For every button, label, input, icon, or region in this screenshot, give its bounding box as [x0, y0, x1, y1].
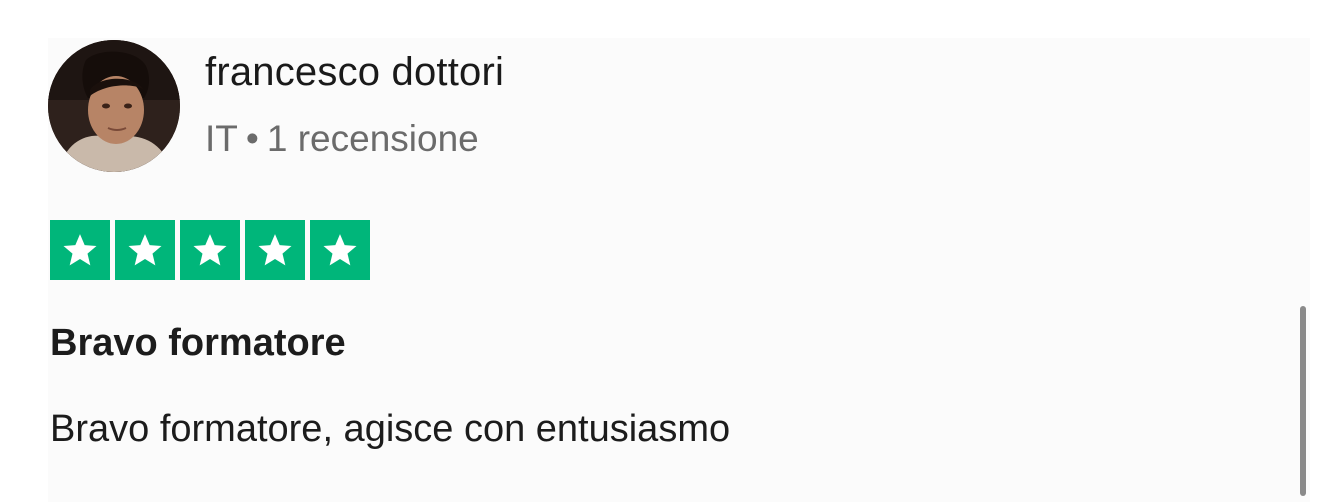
review-title: Bravo formatore: [50, 322, 346, 364]
star-box: [115, 220, 175, 280]
star-icon: [63, 234, 97, 266]
scrollbar-thumb[interactable]: [1300, 306, 1306, 496]
star-icon: [128, 234, 162, 266]
meta-separator: •: [245, 118, 259, 159]
star-box: [245, 220, 305, 280]
reviewer-meta: IT • 1 recensione: [205, 118, 479, 160]
review-text: Bravo formatore, agisce con entusiasmo: [50, 408, 731, 450]
reviewer-avatar[interactable]: [48, 40, 180, 172]
reviewer-name[interactable]: francesco dottori: [205, 50, 504, 95]
star-rating: [50, 220, 370, 280]
star-icon: [193, 234, 227, 266]
star-box: [50, 220, 110, 280]
star-box: [310, 220, 370, 280]
reviewer-review-count: 1 recensione: [266, 118, 479, 159]
star-box: [180, 220, 240, 280]
reviewer-country: IT: [205, 118, 238, 159]
star-icon: [323, 234, 357, 266]
star-icon: [258, 234, 292, 266]
avatar-photo: [48, 40, 180, 172]
